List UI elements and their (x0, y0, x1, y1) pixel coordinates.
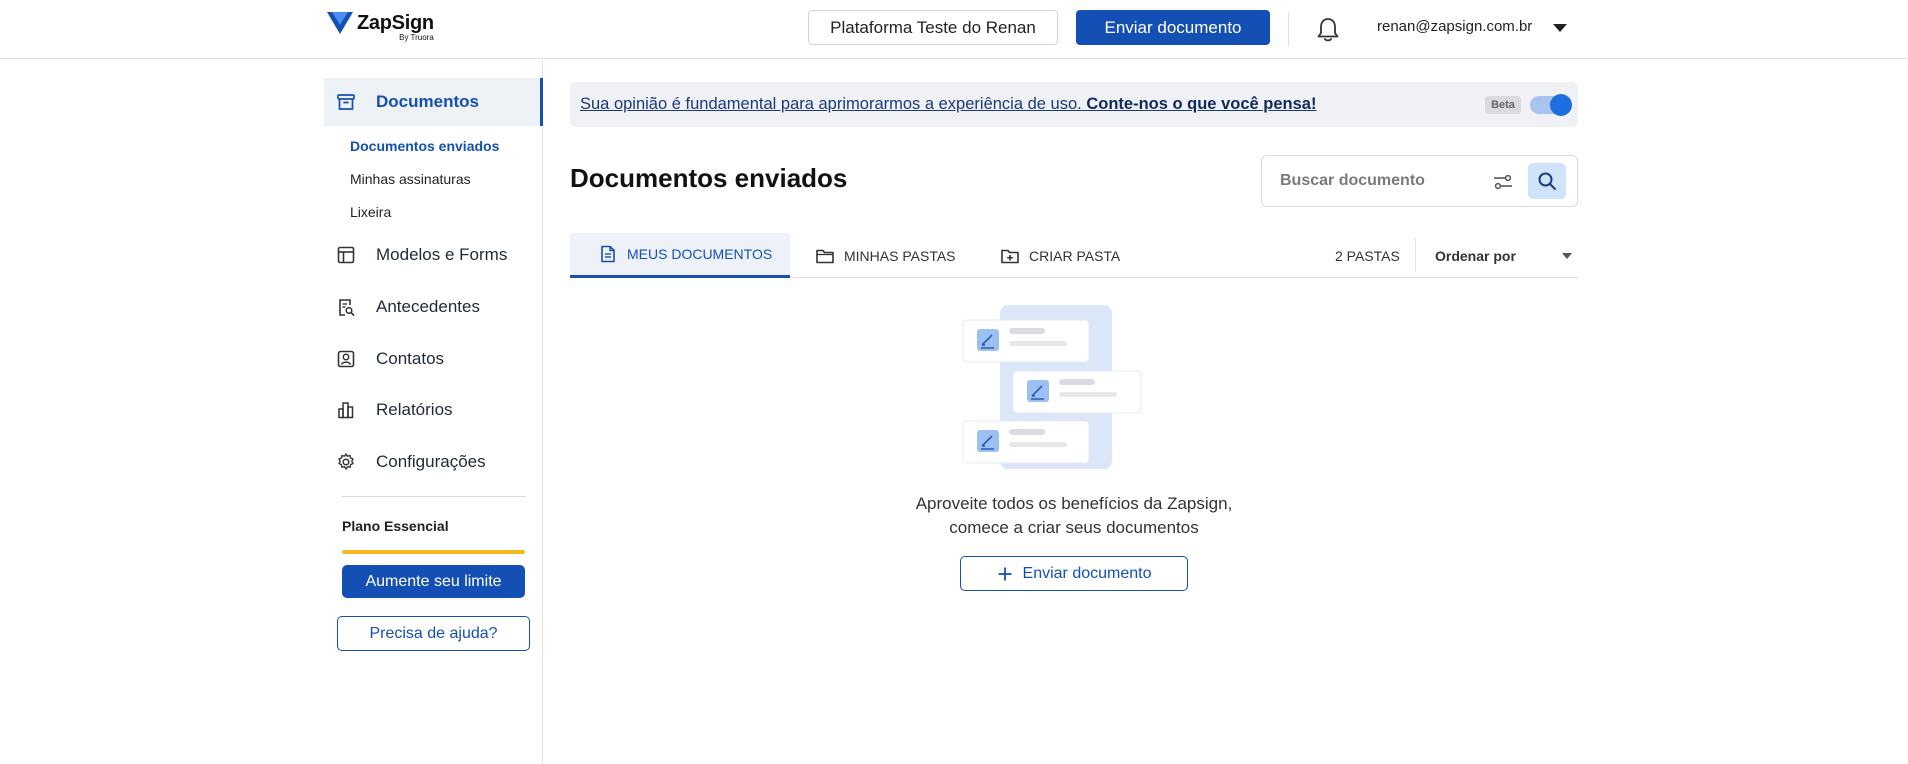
empty-send-label: Enviar documento (1022, 564, 1152, 582)
chevron-down-icon[interactable] (1562, 253, 1572, 259)
sidebar-item-label: Modelos e Forms (376, 245, 508, 264)
logo-name: ZapSign (357, 12, 434, 34)
empty-state-line-2: comece a criar seus documentos (949, 518, 1199, 537)
plan-label: Plano Essencial (342, 518, 449, 534)
archive-icon (337, 94, 355, 110)
logo-subtitle: By Truora (399, 33, 434, 42)
sidebar-item-label: Relatórios (376, 400, 453, 419)
feedback-cta[interactable]: Conte-nos o que você pensa! (1086, 95, 1316, 113)
toggle-knob (1550, 94, 1572, 116)
sidebar-item-label: Configurações (376, 452, 486, 471)
tab-label: CRIAR PASTA (1029, 247, 1121, 264)
gear-icon (338, 453, 354, 470)
folder-plus-icon (1001, 249, 1019, 263)
bell-icon[interactable] (1316, 17, 1340, 43)
sidebar-item-configuracoes[interactable]: Configurações (324, 442, 543, 482)
folders-count: 2 PASTAS (1335, 248, 1400, 264)
workspace-button[interactable]: Plataforma Teste do Renan (808, 10, 1058, 45)
sidebar-item-modelos[interactable]: Modelos e Forms (324, 235, 543, 275)
search-box (1261, 155, 1578, 207)
logo-mark-icon (327, 12, 353, 34)
tab-label: MEUS DOCUMENTOS (627, 246, 773, 262)
sidebar-item-label: Antecedentes (376, 297, 480, 316)
sidebar-item-antecedentes[interactable]: Antecedentes (324, 287, 543, 327)
zapsign-logo[interactable]: ZapSign By Truora (327, 12, 434, 42)
sidebar-item-documentos[interactable]: Documentos (324, 78, 543, 126)
plan-usage-bar (342, 550, 525, 554)
feedback-text: Sua opinião é fundamental para aprimorar… (580, 95, 1082, 113)
template-icon (337, 246, 355, 264)
beta-toggle[interactable] (1530, 94, 1572, 116)
document-icon (601, 245, 615, 263)
tab-label: MINHAS PASTAS (844, 247, 956, 264)
feedback-link[interactable]: Sua opinião é fundamental para aprimorar… (580, 95, 1316, 114)
feedback-banner: Sua opinião é fundamental para aprimorar… (570, 82, 1578, 127)
contact-icon (337, 350, 355, 368)
chevron-down-icon[interactable] (1553, 24, 1567, 32)
search-button[interactable] (1528, 163, 1566, 199)
subitem-lixeira[interactable]: Lixeira (350, 204, 391, 220)
page-title: Documentos enviados (570, 163, 848, 193)
filter-icon[interactable] (1492, 171, 1514, 193)
tabs-divider (1415, 238, 1416, 272)
sort-dropdown[interactable]: Ordenar por (1435, 248, 1516, 264)
folder-icon (816, 249, 834, 263)
sidebar: Documentos Documentos enviados Minhas as… (0, 60, 543, 764)
sidebar-item-relatorios[interactable]: Relatórios (324, 390, 543, 430)
sidebar-item-contatos[interactable]: Contatos (324, 339, 543, 379)
user-email[interactable]: renan@zapsign.com.br (1377, 18, 1532, 35)
subitem-minhas-assinaturas[interactable]: Minhas assinaturas (350, 171, 471, 187)
bar-chart-icon (338, 402, 354, 419)
tab-minhas-pastas[interactable]: MINHAS PASTAS (815, 233, 956, 278)
sidebar-divider (342, 496, 526, 497)
plan-usage-fill (342, 550, 525, 554)
empty-send-document-button[interactable]: Enviar documento (960, 556, 1188, 591)
search-icon (1538, 172, 1556, 190)
empty-documents-illustration (962, 305, 1142, 469)
sidebar-item-label: Contatos (376, 349, 445, 368)
header-divider (1288, 12, 1289, 46)
sidebar-item-label: Documentos (376, 92, 479, 111)
empty-state-line-1: Aproveite todos os benefícios da Zapsign… (915, 494, 1233, 513)
top-bar: ZapSign By Truora Plataforma Teste do Re… (0, 0, 1908, 59)
search-input[interactable] (1280, 170, 1480, 192)
subitem-documentos-enviados[interactable]: Documentos enviados (350, 138, 499, 154)
send-document-button[interactable]: Enviar documento (1076, 10, 1270, 45)
document-tabs: MEUS DOCUMENTOS MINHAS PASTAS CRIAR PAST… (570, 233, 1578, 278)
plus-icon (998, 567, 1012, 580)
help-button[interactable]: Precisa de ajuda? (337, 616, 530, 651)
beta-badge: Beta (1485, 96, 1521, 114)
tab-criar-pasta[interactable]: CRIAR PASTA (1000, 233, 1120, 278)
tab-meus-documentos[interactable]: MEUS DOCUMENTOS (570, 233, 790, 278)
upgrade-limit-button[interactable]: Aumente seu limite (342, 565, 525, 598)
document-search-icon (339, 299, 355, 316)
empty-state-message: Aproveite todos os benefícios da Zapsign… (870, 492, 1278, 540)
